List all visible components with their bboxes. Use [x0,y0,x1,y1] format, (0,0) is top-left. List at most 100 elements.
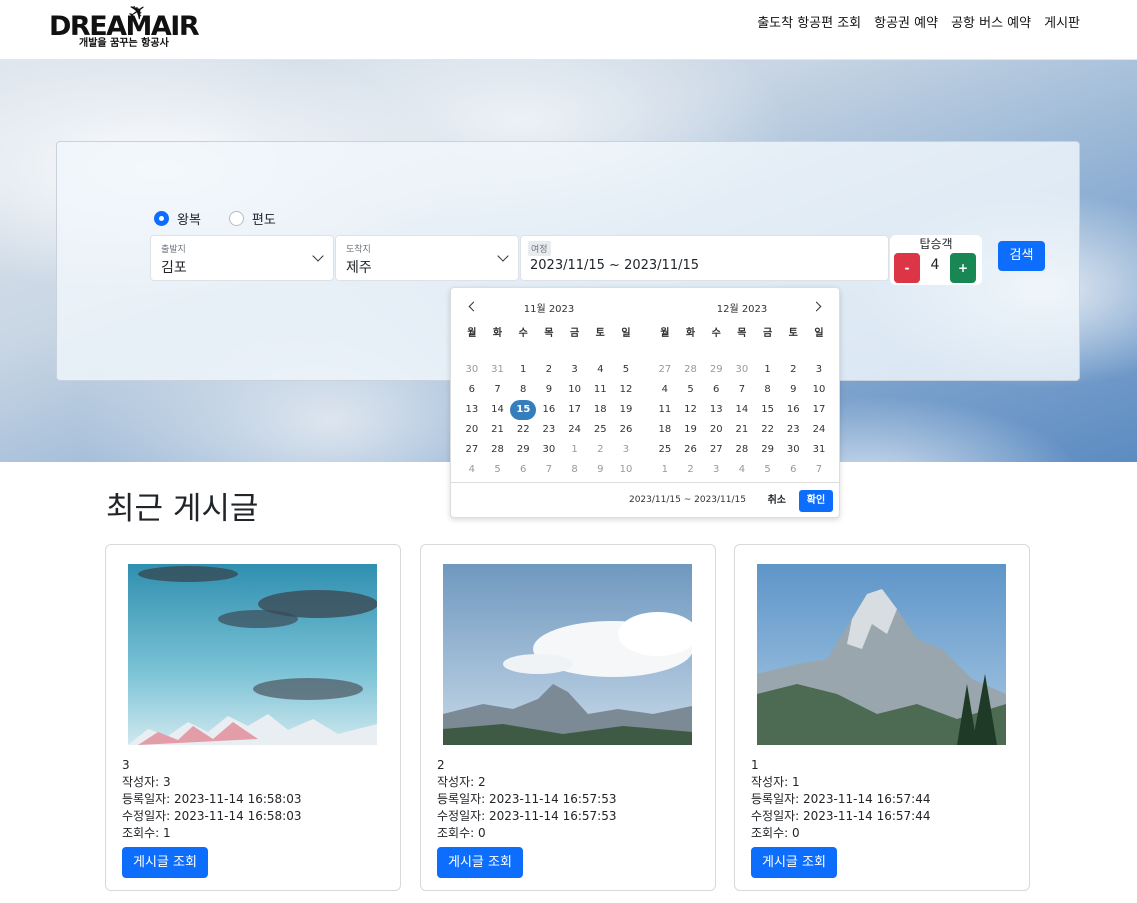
calendar-day[interactable]: 25 [652,440,678,460]
view-post-button[interactable]: 게시글 조회 [122,847,208,878]
calendar-day[interactable]: 17 [562,400,588,420]
calendar-day[interactable]: 14 [485,400,511,420]
calendar-day[interactable]: 21 [729,420,755,440]
arrival-select[interactable]: 도착지 제주 [335,235,519,281]
calendar-day[interactable]: 7 [536,460,562,480]
passenger-plus-button[interactable]: + [950,253,976,283]
calendar-day[interactable]: 5 [613,360,639,380]
calendar-day[interactable]: 5 [755,460,781,480]
calendar-day[interactable]: 10 [806,380,832,400]
view-post-button[interactable]: 게시글 조회 [751,847,837,878]
calendar-day[interactable]: 21 [485,420,511,440]
calendar-day[interactable]: 26 [678,440,704,460]
calendar-day[interactable]: 1 [562,440,588,460]
calendar-day[interactable]: 7 [729,380,755,400]
calendar-day[interactable]: 26 [613,420,639,440]
cancel-button[interactable]: 취소 [768,491,786,511]
trip-date-input[interactable]: 여정 2023/11/15 ~ 2023/11/15 [520,235,889,281]
calendar-day[interactable]: 10 [613,460,639,480]
nav-link-bus-booking[interactable]: 공항 버스 예약 [951,15,1031,33]
calendar-day[interactable]: 8 [562,460,588,480]
calendar-day[interactable]: 14 [729,400,755,420]
calendar-day[interactable]: 24 [806,420,832,440]
calendar-day[interactable]: 13 [703,400,729,420]
calendar-day[interactable]: 1 [755,360,781,380]
calendar-day[interactable]: 3 [613,440,639,460]
calendar-day[interactable]: 31 [806,440,832,460]
calendar-day[interactable]: 2 [780,360,806,380]
calendar-day[interactable]: 9 [587,460,613,480]
calendar-day[interactable]: 4 [729,460,755,480]
calendar-day[interactable]: 18 [652,420,678,440]
calendar-day-selected[interactable]: 15 [510,400,537,420]
radio-round-trip[interactable]: 왕복 [154,209,201,228]
apply-button[interactable]: 확인 [799,490,833,512]
calendar-day[interactable]: 31 [485,360,511,380]
calendar-day[interactable]: 30 [536,440,562,460]
calendar-day[interactable]: 27 [459,440,485,460]
calendar-day[interactable]: 20 [703,420,729,440]
calendar-day[interactable]: 10 [562,380,588,400]
calendar-day[interactable]: 8 [755,380,781,400]
calendar-day[interactable]: 16 [780,400,806,420]
calendar-day[interactable]: 29 [703,360,729,380]
calendar-day[interactable]: 29 [510,440,536,460]
calendar-day[interactable]: 12 [613,380,639,400]
departure-select[interactable]: 출발지 김포 [150,235,334,281]
calendar-day[interactable]: 1 [510,360,536,380]
calendar-day[interactable]: 23 [780,420,806,440]
calendar-day[interactable]: 9 [536,380,562,400]
calendar-day[interactable]: 27 [703,440,729,460]
calendar-day[interactable]: 9 [780,380,806,400]
calendar-day[interactable]: 5 [678,380,704,400]
nav-link-booking[interactable]: 항공권 예약 [874,15,938,33]
calendar-day[interactable]: 18 [587,400,613,420]
calendar-day[interactable]: 2 [678,460,704,480]
calendar-day[interactable]: 20 [459,420,485,440]
calendar-day[interactable]: 25 [587,420,613,440]
calendar-day[interactable]: 2 [587,440,613,460]
nav-link-flight-status[interactable]: 출도착 항공편 조회 [757,15,861,33]
radio-checked-icon[interactable] [154,211,169,226]
calendar-day[interactable]: 28 [485,440,511,460]
calendar-day[interactable]: 11 [587,380,613,400]
calendar-day[interactable]: 7 [806,460,832,480]
calendar-day[interactable]: 1 [652,460,678,480]
calendar-day[interactable]: 6 [459,380,485,400]
calendar-day[interactable]: 17 [806,400,832,420]
calendar-day[interactable]: 12 [678,400,704,420]
calendar-day[interactable]: 19 [678,420,704,440]
calendar-day[interactable]: 28 [678,360,704,380]
calendar-day[interactable]: 5 [485,460,511,480]
calendar-day[interactable]: 11 [652,400,678,420]
calendar-day[interactable]: 30 [780,440,806,460]
calendar-day[interactable]: 30 [729,360,755,380]
calendar-day[interactable]: 16 [536,400,562,420]
calendar-day[interactable]: 6 [703,380,729,400]
calendar-day[interactable]: 23 [536,420,562,440]
calendar-day[interactable]: 28 [729,440,755,460]
calendar-day[interactable]: 4 [459,460,485,480]
calendar-day[interactable]: 7 [485,380,511,400]
calendar-day[interactable]: 22 [510,420,536,440]
calendar-day[interactable]: 3 [562,360,588,380]
view-post-button[interactable]: 게시글 조회 [437,847,523,878]
calendar-day[interactable]: 15 [755,400,781,420]
calendar-day[interactable]: 4 [587,360,613,380]
nav-link-board[interactable]: 게시판 [1044,15,1080,33]
calendar-day[interactable]: 2 [536,360,562,380]
calendar-day[interactable]: 29 [755,440,781,460]
calendar-day[interactable]: 22 [755,420,781,440]
calendar-day[interactable]: 8 [510,380,536,400]
calendar-day[interactable]: 3 [703,460,729,480]
calendar-day[interactable]: 6 [780,460,806,480]
passenger-minus-button[interactable]: - [894,253,920,283]
calendar-day[interactable]: 19 [613,400,639,420]
calendar-day[interactable]: 6 [510,460,536,480]
calendar-day[interactable]: 13 [459,400,485,420]
calendar-day[interactable]: 30 [459,360,485,380]
logo[interactable]: DREAMAIR ✈ 개발을 꿈꾸는 항공사 [49,0,200,52]
calendar-day[interactable]: 3 [806,360,832,380]
search-button[interactable]: 검색 [998,241,1045,271]
radio-unchecked-icon[interactable] [228,211,244,226]
